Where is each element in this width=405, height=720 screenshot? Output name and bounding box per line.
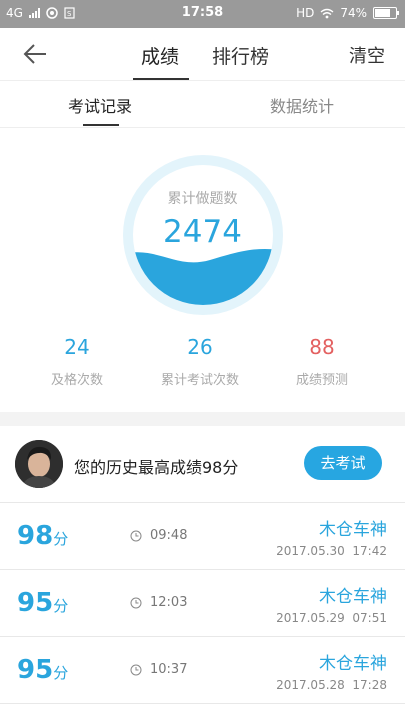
record-duration: 09:48 xyxy=(150,528,188,543)
avatar xyxy=(15,440,63,488)
battery-icon xyxy=(373,7,399,19)
nav-bar: 成绩 排行榜 清空 xyxy=(0,28,405,81)
hd-label: HD xyxy=(296,6,315,20)
record-score: 98分 xyxy=(17,521,69,551)
best-score-bar: 您的历史最高成绩98分 去考试 xyxy=(0,426,405,503)
tab-indicator xyxy=(133,78,189,80)
record-name: 木仓车神 xyxy=(319,520,387,540)
tab-data-stats[interactable]: 数据统计 xyxy=(270,93,334,117)
stat-value: 26 xyxy=(187,335,213,359)
sub-tabs: 考试记录 数据统计 xyxy=(0,81,405,128)
list-item[interactable]: 95分 12:03 木仓车神 2017.05.29 07:51 xyxy=(0,570,405,637)
record-name: 木仓车神 xyxy=(319,587,387,607)
record-score: 95分 xyxy=(17,655,69,685)
battery-percent: 74% xyxy=(340,6,367,20)
tab-exam-records[interactable]: 考试记录 xyxy=(68,93,132,117)
status-bar: 4G S 17:58 HD 74% xyxy=(0,0,405,28)
subtab-indicator xyxy=(83,124,119,126)
clock-icon xyxy=(130,530,142,542)
tab-score[interactable]: 成绩 xyxy=(141,42,179,69)
section-divider xyxy=(0,412,405,426)
gauge-value: 2474 xyxy=(163,214,242,250)
best-score-text: 您的历史最高成绩98分 xyxy=(74,458,239,477)
stat-value: 88 xyxy=(309,335,335,359)
stat-exam-count: 26 累计考试次数 xyxy=(140,335,260,388)
record-duration: 12:03 xyxy=(150,595,188,610)
record-date: 2017.05.28 17:28 xyxy=(276,678,387,692)
record-name: 木仓车神 xyxy=(319,654,387,674)
stat-label: 累计考试次数 xyxy=(160,373,239,388)
clock-icon xyxy=(130,664,142,676)
stat-pass-count: 24 及格次数 xyxy=(17,335,137,388)
list-item[interactable]: 98分 09:48 木仓车神 2017.05.30 17:42 xyxy=(0,503,405,570)
arrow-left-icon[interactable] xyxy=(22,40,50,68)
stat-label: 及格次数 xyxy=(50,373,103,388)
record-score: 95分 xyxy=(17,588,69,618)
record-date: 2017.05.30 17:42 xyxy=(276,544,387,558)
record-duration: 10:37 xyxy=(150,662,188,677)
stat-score-prediction: 88 成绩预测 xyxy=(262,335,382,388)
list-item[interactable]: 95分 10:37 木仓车神 2017.05.28 17:28 xyxy=(0,637,405,704)
stat-label: 成绩预测 xyxy=(295,373,348,388)
clock-icon xyxy=(130,597,142,609)
tab-ranking[interactable]: 排行榜 xyxy=(212,42,269,69)
gauge-label: 累计做题数 xyxy=(167,191,238,207)
go-exam-button[interactable]: 去考试 xyxy=(304,446,382,480)
clear-button[interactable]: 清空 xyxy=(349,42,385,68)
stat-value: 24 xyxy=(64,335,90,359)
wifi-icon xyxy=(320,8,334,18)
record-date: 2017.05.29 07:51 xyxy=(276,611,387,625)
